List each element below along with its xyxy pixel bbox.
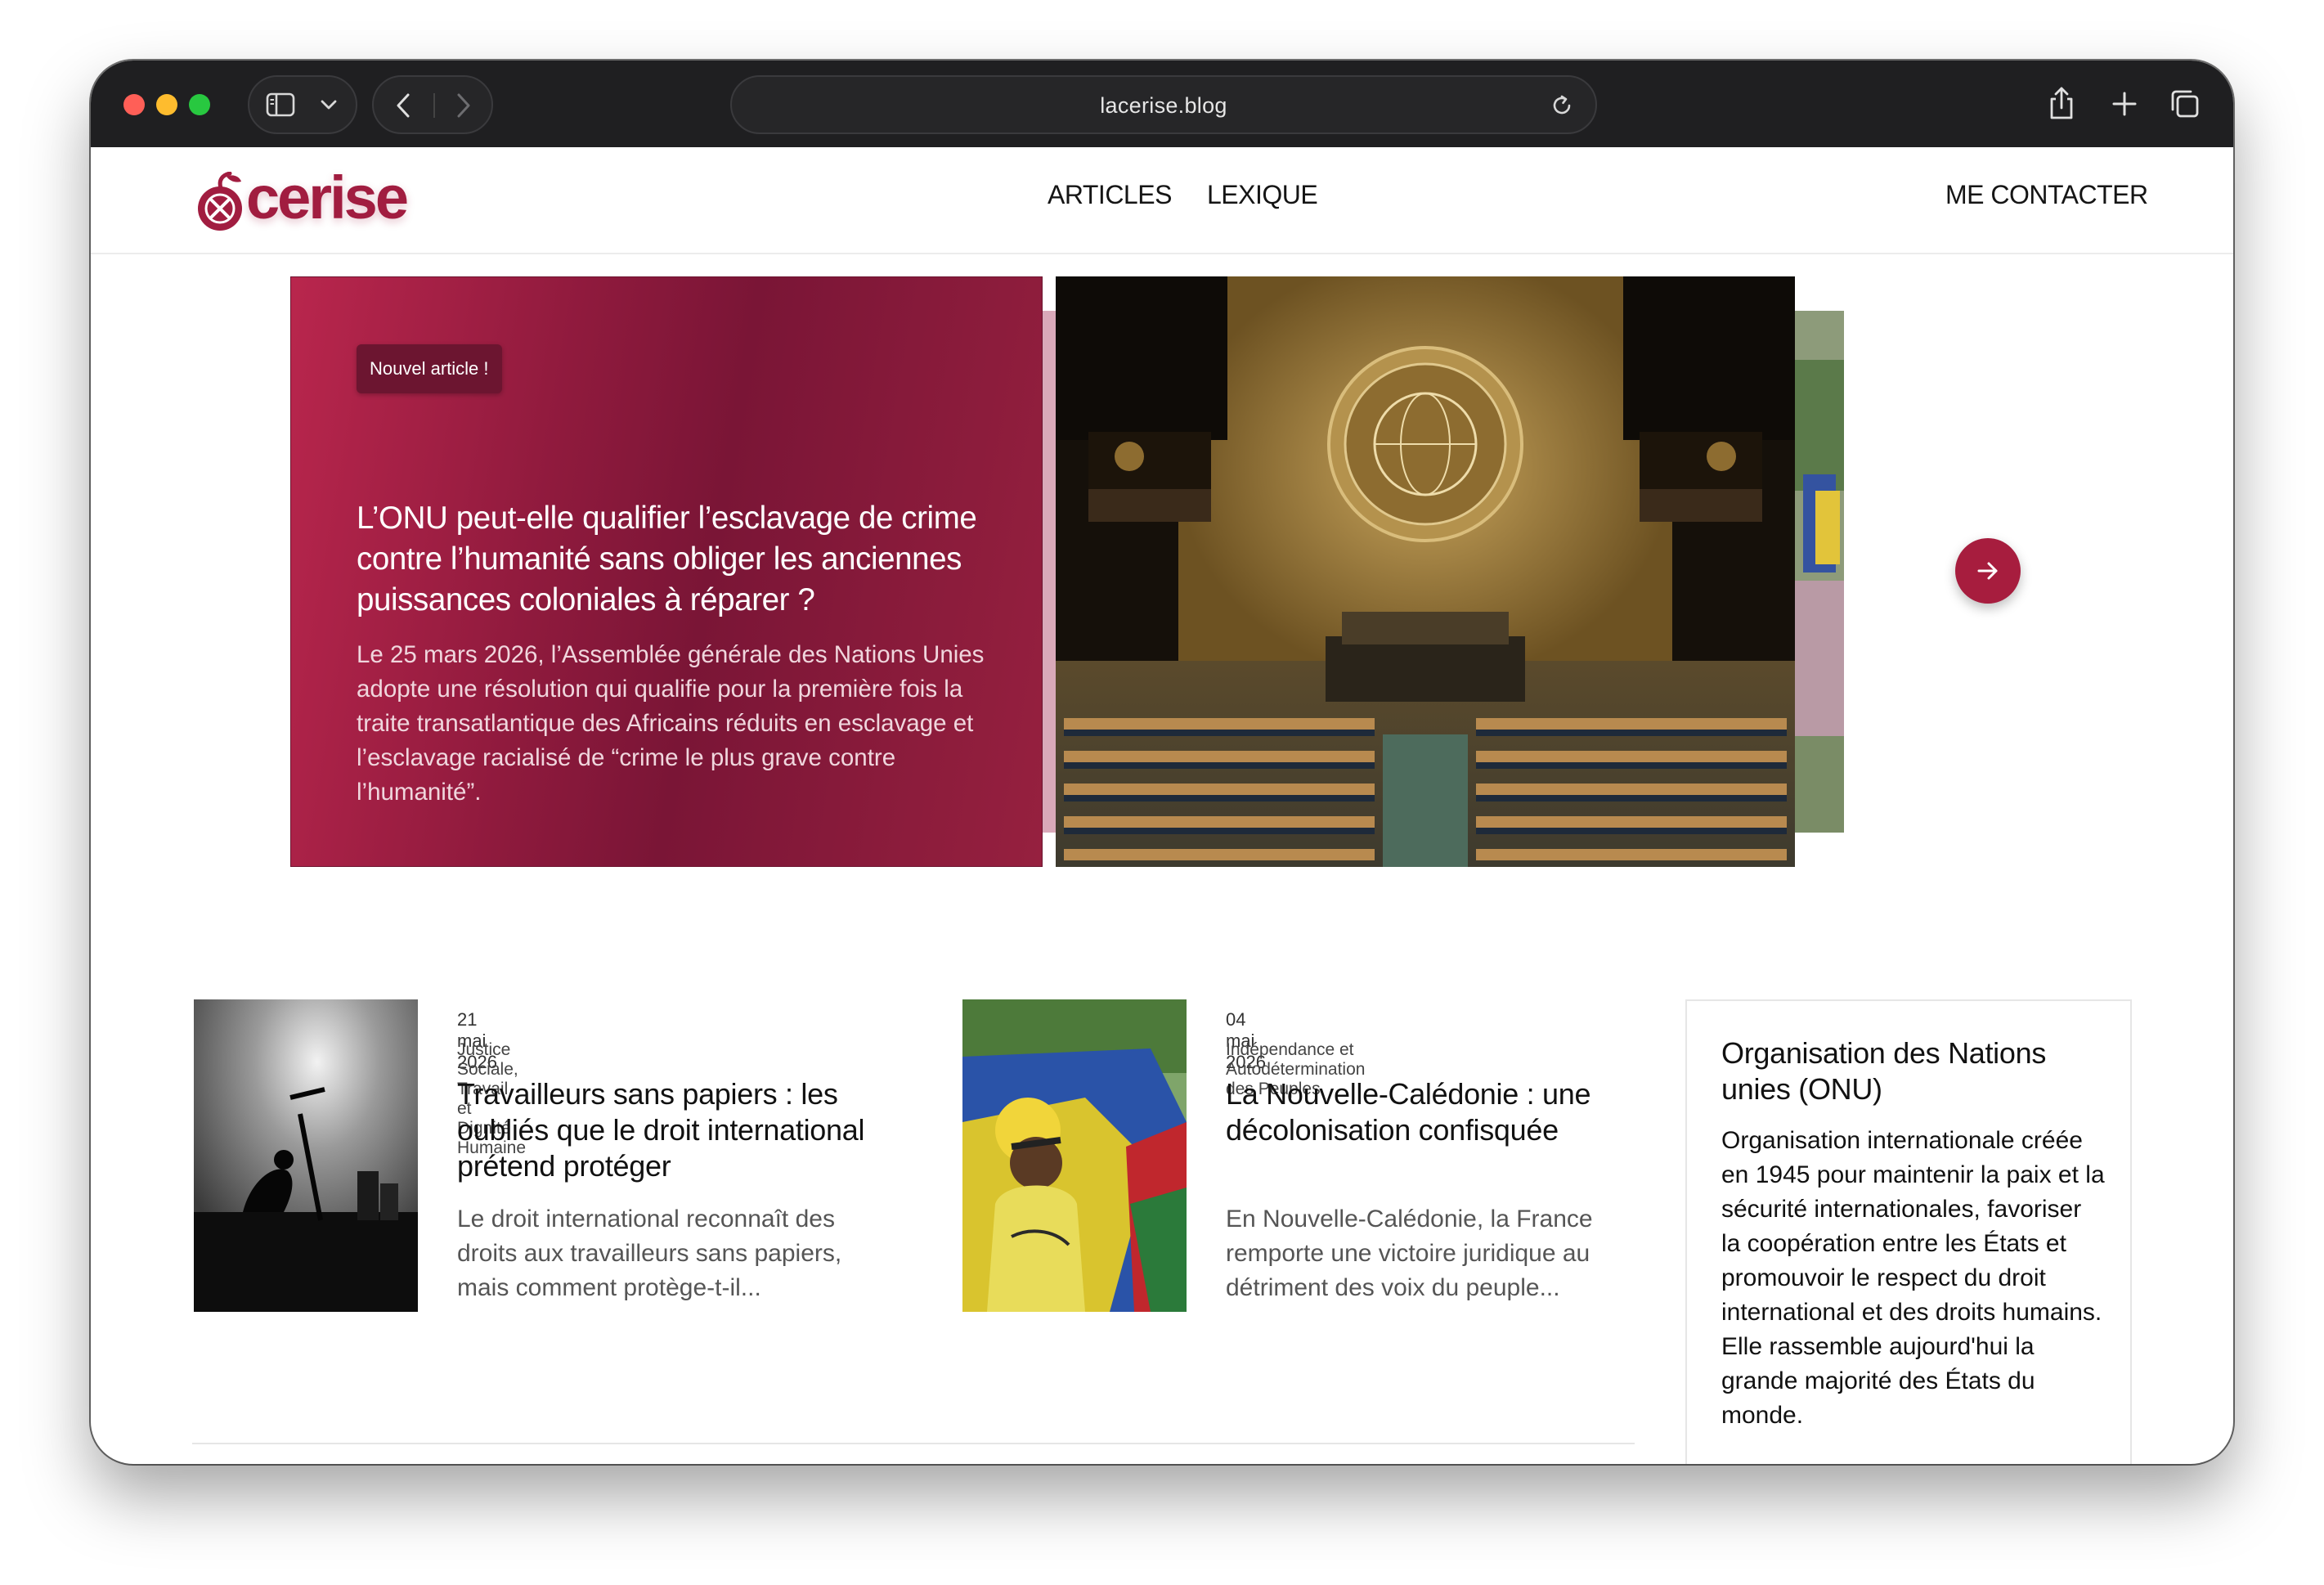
featured-article-excerpt: Le 25 mars 2026, l’Assemblée générale de… (357, 641, 985, 806)
arrow-right-icon (1977, 562, 1998, 580)
featured-article-title[interactable]: L’ONU peut-elle qualifier l’esclavage de… (357, 498, 1003, 621)
new-article-badge: Nouvel article ! (357, 344, 502, 393)
browser-toolbar: lacerise.blog (91, 61, 2233, 148)
slider-next-button[interactable] (1955, 538, 2021, 604)
worker-silhouette-photo (194, 999, 418, 1312)
chevron-down-icon[interactable] (320, 98, 338, 111)
lexicon-panel: Organisation des Nations unies (ONU) Org… (1685, 999, 2132, 1464)
tab-overview-icon[interactable] (2169, 88, 2201, 119)
minimize-window-button[interactable] (156, 94, 177, 115)
address-url[interactable]: lacerise.blog (732, 93, 1595, 119)
nav-contact[interactable]: ME CONTACTER (1945, 180, 2148, 210)
address-bar[interactable]: lacerise.blog (730, 75, 1597, 134)
next-slide-photo (1795, 311, 1844, 833)
article-excerpt: En Nouvelle-Calédonie, la France remport… (1226, 1206, 1593, 1301)
article-excerpt: Le droit international reconnaît des dro… (457, 1206, 842, 1301)
nav-articles[interactable]: ARTICLES (1048, 180, 1172, 210)
site-header: cerise ARTICLES LEXIQUE ME CONTACTER (91, 147, 2233, 254)
article-thumbnail[interactable] (194, 999, 418, 1312)
article-thumbnail[interactable] (962, 999, 1187, 1312)
lexicon-term-title[interactable]: Organisation des Nations unies (ONU) (1721, 1035, 2106, 1107)
nav-separator (433, 93, 435, 118)
un-assembly-hall-photo (1056, 276, 1795, 867)
share-icon[interactable] (2047, 85, 2076, 121)
featured-article-image[interactable] (1056, 276, 1795, 867)
browser-window: lacerise.blog cerise ARTICLES LEXIQUE ME… (91, 61, 2233, 1464)
featured-article-card[interactable]: Nouvel article ! L’ONU peut-elle qualifi… (290, 276, 1043, 867)
new-tab-icon[interactable] (2111, 90, 2138, 118)
slide-edge-strip (1043, 311, 1056, 833)
logo-wordmark: cerise (246, 164, 409, 231)
section-divider (192, 1443, 1635, 1444)
cherry-logo-icon (198, 172, 242, 231)
sidebar-toggle-button[interactable] (248, 75, 357, 134)
history-navigation (372, 75, 493, 134)
next-slide-preview[interactable] (1795, 311, 1844, 833)
new-caledonia-flag-photo (962, 999, 1187, 1312)
maximize-window-button[interactable] (189, 94, 210, 115)
lexicon-definition: Organisation internationale créée en 194… (1721, 1127, 2105, 1429)
article-title[interactable]: La Nouvelle-Calédonie : une décolonisati… (1226, 1076, 1651, 1148)
forward-arrow-icon[interactable] (454, 92, 473, 119)
sidebar-icon (266, 92, 295, 117)
close-window-button[interactable] (123, 94, 145, 115)
nav-lexique[interactable]: LEXIQUE (1207, 180, 1318, 210)
back-arrow-icon[interactable] (393, 92, 413, 119)
reload-icon[interactable] (1550, 93, 1574, 118)
article-title[interactable]: Travailleurs sans papiers : les oubliés … (457, 1076, 915, 1184)
